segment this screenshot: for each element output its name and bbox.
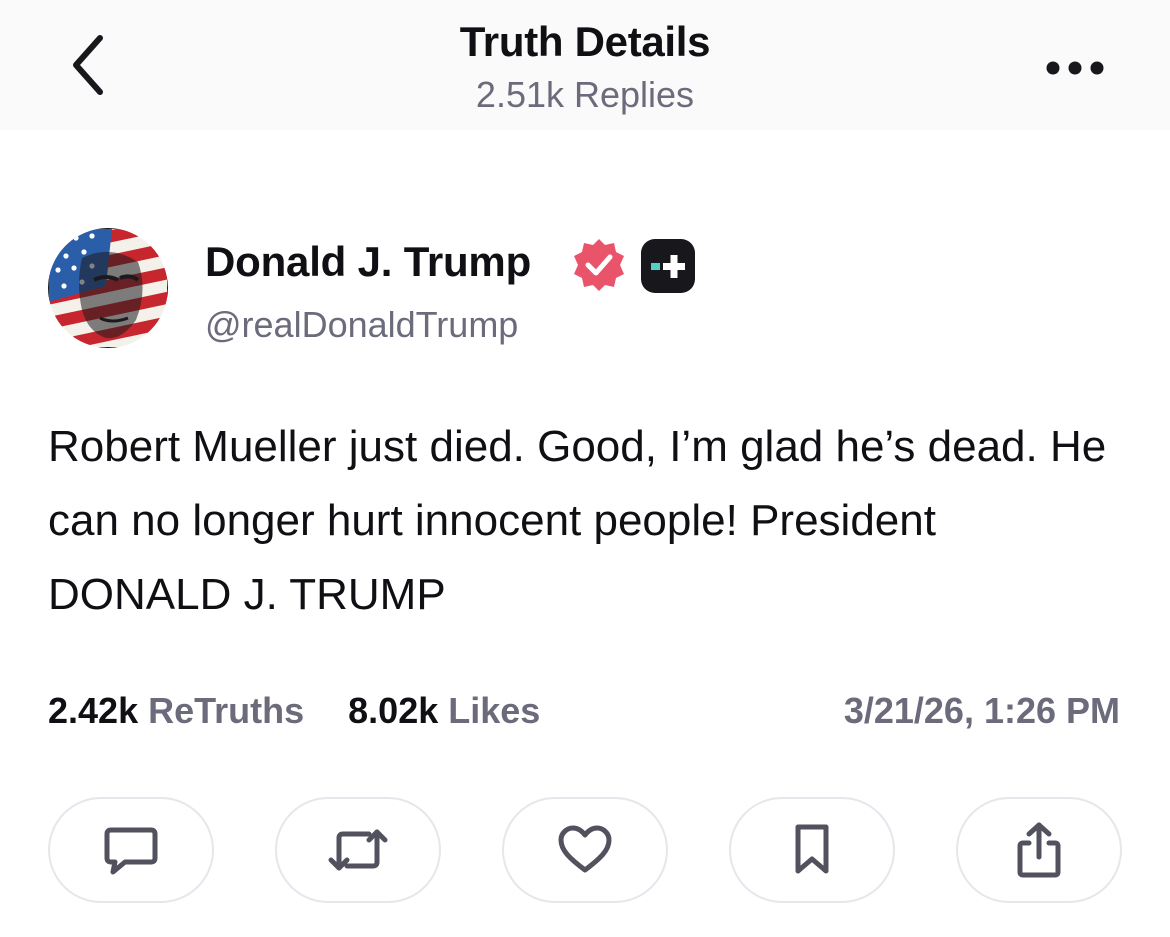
author-name[interactable]: Donald J. Trump xyxy=(205,238,531,286)
reply-button[interactable] xyxy=(48,797,214,903)
bookmark-button[interactable] xyxy=(729,797,895,903)
likes-count[interactable]: 8.02k xyxy=(348,690,438,731)
like-button[interactable] xyxy=(502,797,668,903)
plus-badge-icon xyxy=(641,239,695,293)
bookmark-icon xyxy=(795,824,829,874)
post-stats: 2.42k ReTruths 8.02k Likes xyxy=(48,690,574,732)
author-handle[interactable]: @realDonaldTrump xyxy=(205,304,518,346)
share-button[interactable] xyxy=(956,797,1122,903)
avatar[interactable] xyxy=(48,228,168,348)
retruths-label[interactable]: ReTruths xyxy=(148,690,304,731)
comment-icon xyxy=(104,827,158,875)
page-title: Truth Details xyxy=(459,18,711,65)
post-text: Robert Mueller just died. Good, I’m glad… xyxy=(48,422,1107,619)
more-horizontal-icon xyxy=(1046,61,1104,75)
top-bar: Truth Details 2.51k Replies xyxy=(0,0,1170,130)
post-timestamp: 3/21/26, 1:26 PM xyxy=(843,690,1120,731)
action-bar xyxy=(48,797,1122,903)
verified-badge-icon xyxy=(574,239,624,291)
retruths-count[interactable]: 2.42k xyxy=(48,690,138,731)
heart-icon xyxy=(558,825,612,873)
repost-icon xyxy=(328,829,388,871)
likes-label[interactable]: Likes xyxy=(448,690,540,731)
retruth-button[interactable] xyxy=(275,797,441,903)
avatar-image xyxy=(48,228,168,348)
more-options-button[interactable] xyxy=(1040,50,1110,86)
replies-count[interactable]: 2.51k Replies xyxy=(0,74,1170,116)
share-icon xyxy=(1017,822,1061,878)
